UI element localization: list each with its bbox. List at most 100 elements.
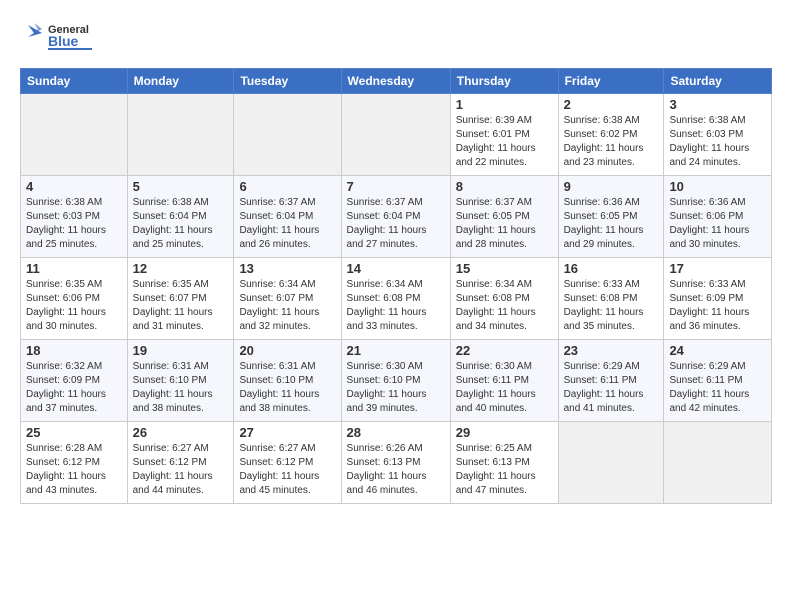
calendar-day-cell bbox=[234, 94, 341, 176]
day-info: Sunrise: 6:30 AM Sunset: 6:11 PM Dayligh… bbox=[456, 360, 553, 416]
header: General Blue bbox=[20, 15, 772, 60]
calendar-day-cell: 19 Sunrise: 6:31 AM Sunset: 6:10 PM Dayli… bbox=[127, 340, 234, 422]
day-info: Sunrise: 6:34 AM Sunset: 6:08 PM Dayligh… bbox=[456, 278, 553, 334]
weekday-header: Friday bbox=[558, 69, 664, 94]
calendar-day-cell: 8 Sunrise: 6:37 AM Sunset: 6:05 PM Daylig… bbox=[450, 176, 558, 258]
day-info: Sunrise: 6:38 AM Sunset: 6:04 PM Dayligh… bbox=[133, 196, 229, 252]
calendar-week-row: 18 Sunrise: 6:32 AM Sunset: 6:09 PM Dayli… bbox=[21, 340, 772, 422]
calendar-day-cell: 26Sunrise: 6:27 AM Sunset: 6:12 PM Dayli… bbox=[127, 422, 234, 504]
weekday-header: Monday bbox=[127, 69, 234, 94]
calendar-day-cell: 13 Sunrise: 6:34 AM Sunset: 6:07 PM Dayli… bbox=[234, 258, 341, 340]
day-info: Sunrise: 6:34 AM Sunset: 6:08 PM Dayligh… bbox=[347, 278, 445, 334]
day-info: Sunrise: 6:37 AM Sunset: 6:05 PM Dayligh… bbox=[456, 196, 553, 252]
calendar-day-cell: 4 Sunrise: 6:38 AM Sunset: 6:03 PM Daylig… bbox=[21, 176, 128, 258]
weekday-header: Saturday bbox=[664, 69, 772, 94]
day-info: Sunrise: 6:25 AM Sunset: 6:13 PM Dayligh… bbox=[456, 442, 553, 498]
day-info: Sunrise: 6:37 AM Sunset: 6:04 PM Dayligh… bbox=[347, 196, 445, 252]
calendar-day-cell: 22 Sunrise: 6:30 AM Sunset: 6:11 PM Dayli… bbox=[450, 340, 558, 422]
day-number: 7 bbox=[347, 179, 445, 194]
day-number: 2 bbox=[564, 97, 659, 112]
calendar-day-cell bbox=[664, 422, 772, 504]
weekday-header: Wednesday bbox=[341, 69, 450, 94]
day-number: 8 bbox=[456, 179, 553, 194]
weekday-header: Thursday bbox=[450, 69, 558, 94]
day-number: 12 bbox=[133, 261, 229, 276]
calendar-day-cell: 3 Sunrise: 6:38 AM Sunset: 6:03 PM Daylig… bbox=[664, 94, 772, 176]
day-info: Sunrise: 6:26 AM Sunset: 6:13 PM Dayligh… bbox=[347, 442, 445, 498]
day-number: 27 bbox=[239, 425, 335, 440]
calendar-day-cell: 14 Sunrise: 6:34 AM Sunset: 6:08 PM Dayli… bbox=[341, 258, 450, 340]
calendar-table: SundayMondayTuesdayWednesdayThursdayFrid… bbox=[20, 68, 772, 504]
day-info: Sunrise: 6:36 AM Sunset: 6:06 PM Dayligh… bbox=[669, 196, 766, 252]
day-info: Sunrise: 6:30 AM Sunset: 6:10 PM Dayligh… bbox=[347, 360, 445, 416]
calendar-header-row: SundayMondayTuesdayWednesdayThursdayFrid… bbox=[21, 69, 772, 94]
calendar-day-cell: 2 Sunrise: 6:38 AM Sunset: 6:02 PM Daylig… bbox=[558, 94, 664, 176]
day-number: 13 bbox=[239, 261, 335, 276]
day-number: 9 bbox=[564, 179, 659, 194]
calendar-day-cell bbox=[127, 94, 234, 176]
day-info: Sunrise: 6:28 AM Sunset: 6:12 PM Dayligh… bbox=[26, 442, 122, 498]
day-info: Sunrise: 6:36 AM Sunset: 6:05 PM Dayligh… bbox=[564, 196, 659, 252]
day-info: Sunrise: 6:39 AM Sunset: 6:01 PM Dayligh… bbox=[456, 114, 553, 170]
page: General Blue SundayMondayTuesdayWednesda… bbox=[0, 0, 792, 514]
day-number: 3 bbox=[669, 97, 766, 112]
calendar-week-row: 25 Sunrise: 6:28 AM Sunset: 6:12 PM Dayli… bbox=[21, 422, 772, 504]
day-info: Sunrise: 6:34 AM Sunset: 6:07 PM Dayligh… bbox=[239, 278, 335, 334]
day-info: Sunrise: 6:27 AM Sunset: 6:12 PM Dayligh… bbox=[239, 442, 335, 498]
logo-svg: General Blue bbox=[20, 15, 110, 60]
day-info: Sunrise: 6:38 AM Sunset: 6:03 PM Dayligh… bbox=[669, 114, 766, 170]
calendar-day-cell: 1 Sunrise: 6:39 AM Sunset: 6:01 PM Daylig… bbox=[450, 94, 558, 176]
day-number: 25 bbox=[26, 425, 122, 440]
calendar-day-cell: 24Sunrise: 6:29 AM Sunset: 6:11 PM Dayli… bbox=[664, 340, 772, 422]
day-number: 22 bbox=[456, 343, 553, 358]
calendar-week-row: 1 Sunrise: 6:39 AM Sunset: 6:01 PM Daylig… bbox=[21, 94, 772, 176]
day-number: 15 bbox=[456, 261, 553, 276]
day-number: 16 bbox=[564, 261, 659, 276]
calendar-day-cell: 11 Sunrise: 6:35 AM Sunset: 6:06 PM Dayli… bbox=[21, 258, 128, 340]
calendar-day-cell: 29 Sunrise: 6:25 AM Sunset: 6:13 PM Dayli… bbox=[450, 422, 558, 504]
svg-text:Blue: Blue bbox=[48, 33, 79, 49]
calendar-day-cell: 15 Sunrise: 6:34 AM Sunset: 6:08 PM Dayli… bbox=[450, 258, 558, 340]
day-info: Sunrise: 6:32 AM Sunset: 6:09 PM Dayligh… bbox=[26, 360, 122, 416]
day-number: 18 bbox=[26, 343, 122, 358]
calendar-week-row: 11 Sunrise: 6:35 AM Sunset: 6:06 PM Dayli… bbox=[21, 258, 772, 340]
calendar-day-cell: 5 Sunrise: 6:38 AM Sunset: 6:04 PM Daylig… bbox=[127, 176, 234, 258]
day-number: 5 bbox=[133, 179, 229, 194]
day-info: Sunrise: 6:38 AM Sunset: 6:02 PM Dayligh… bbox=[564, 114, 659, 170]
weekday-header: Sunday bbox=[21, 69, 128, 94]
calendar-day-cell: 9 Sunrise: 6:36 AM Sunset: 6:05 PM Daylig… bbox=[558, 176, 664, 258]
day-info: Sunrise: 6:31 AM Sunset: 6:10 PM Dayligh… bbox=[133, 360, 229, 416]
calendar-day-cell: 25 Sunrise: 6:28 AM Sunset: 6:12 PM Dayli… bbox=[21, 422, 128, 504]
calendar-day-cell bbox=[558, 422, 664, 504]
day-number: 19 bbox=[133, 343, 229, 358]
day-number: 20 bbox=[239, 343, 335, 358]
day-info: Sunrise: 6:35 AM Sunset: 6:06 PM Dayligh… bbox=[26, 278, 122, 334]
calendar-day-cell bbox=[21, 94, 128, 176]
calendar-day-cell: 27 Sunrise: 6:27 AM Sunset: 6:12 PM Dayli… bbox=[234, 422, 341, 504]
day-info: Sunrise: 6:27 AM Sunset: 6:12 PM Dayligh… bbox=[133, 442, 229, 498]
day-number: 21 bbox=[347, 343, 445, 358]
calendar-day-cell: 23 Sunrise: 6:29 AM Sunset: 6:11 PM Dayli… bbox=[558, 340, 664, 422]
calendar-day-cell: 7 Sunrise: 6:37 AM Sunset: 6:04 PM Daylig… bbox=[341, 176, 450, 258]
day-info: Sunrise: 6:33 AM Sunset: 6:09 PM Dayligh… bbox=[669, 278, 766, 334]
day-number: 28 bbox=[347, 425, 445, 440]
day-info: Sunrise: 6:37 AM Sunset: 6:04 PM Dayligh… bbox=[239, 196, 335, 252]
weekday-header: Tuesday bbox=[234, 69, 341, 94]
day-number: 6 bbox=[239, 179, 335, 194]
calendar-day-cell: 28 Sunrise: 6:26 AM Sunset: 6:13 PM Dayli… bbox=[341, 422, 450, 504]
calendar-day-cell: 18 Sunrise: 6:32 AM Sunset: 6:09 PM Dayli… bbox=[21, 340, 128, 422]
day-number: 23 bbox=[564, 343, 659, 358]
day-number: 11 bbox=[26, 261, 122, 276]
day-number: 10 bbox=[669, 179, 766, 194]
calendar-day-cell: 6 Sunrise: 6:37 AM Sunset: 6:04 PM Daylig… bbox=[234, 176, 341, 258]
day-number: 1 bbox=[456, 97, 553, 112]
day-number: 14 bbox=[347, 261, 445, 276]
day-info: Sunrise: 6:29 AM Sunset: 6:11 PM Dayligh… bbox=[669, 360, 766, 416]
calendar-day-cell: 21 Sunrise: 6:30 AM Sunset: 6:10 PM Dayli… bbox=[341, 340, 450, 422]
day-number: 4 bbox=[26, 179, 122, 194]
day-number: 29 bbox=[456, 425, 553, 440]
day-info: Sunrise: 6:38 AM Sunset: 6:03 PM Dayligh… bbox=[26, 196, 122, 252]
calendar-day-cell: 20Sunrise: 6:31 AM Sunset: 6:10 PM Dayli… bbox=[234, 340, 341, 422]
day-number: 17 bbox=[669, 261, 766, 276]
day-info: Sunrise: 6:29 AM Sunset: 6:11 PM Dayligh… bbox=[564, 360, 659, 416]
